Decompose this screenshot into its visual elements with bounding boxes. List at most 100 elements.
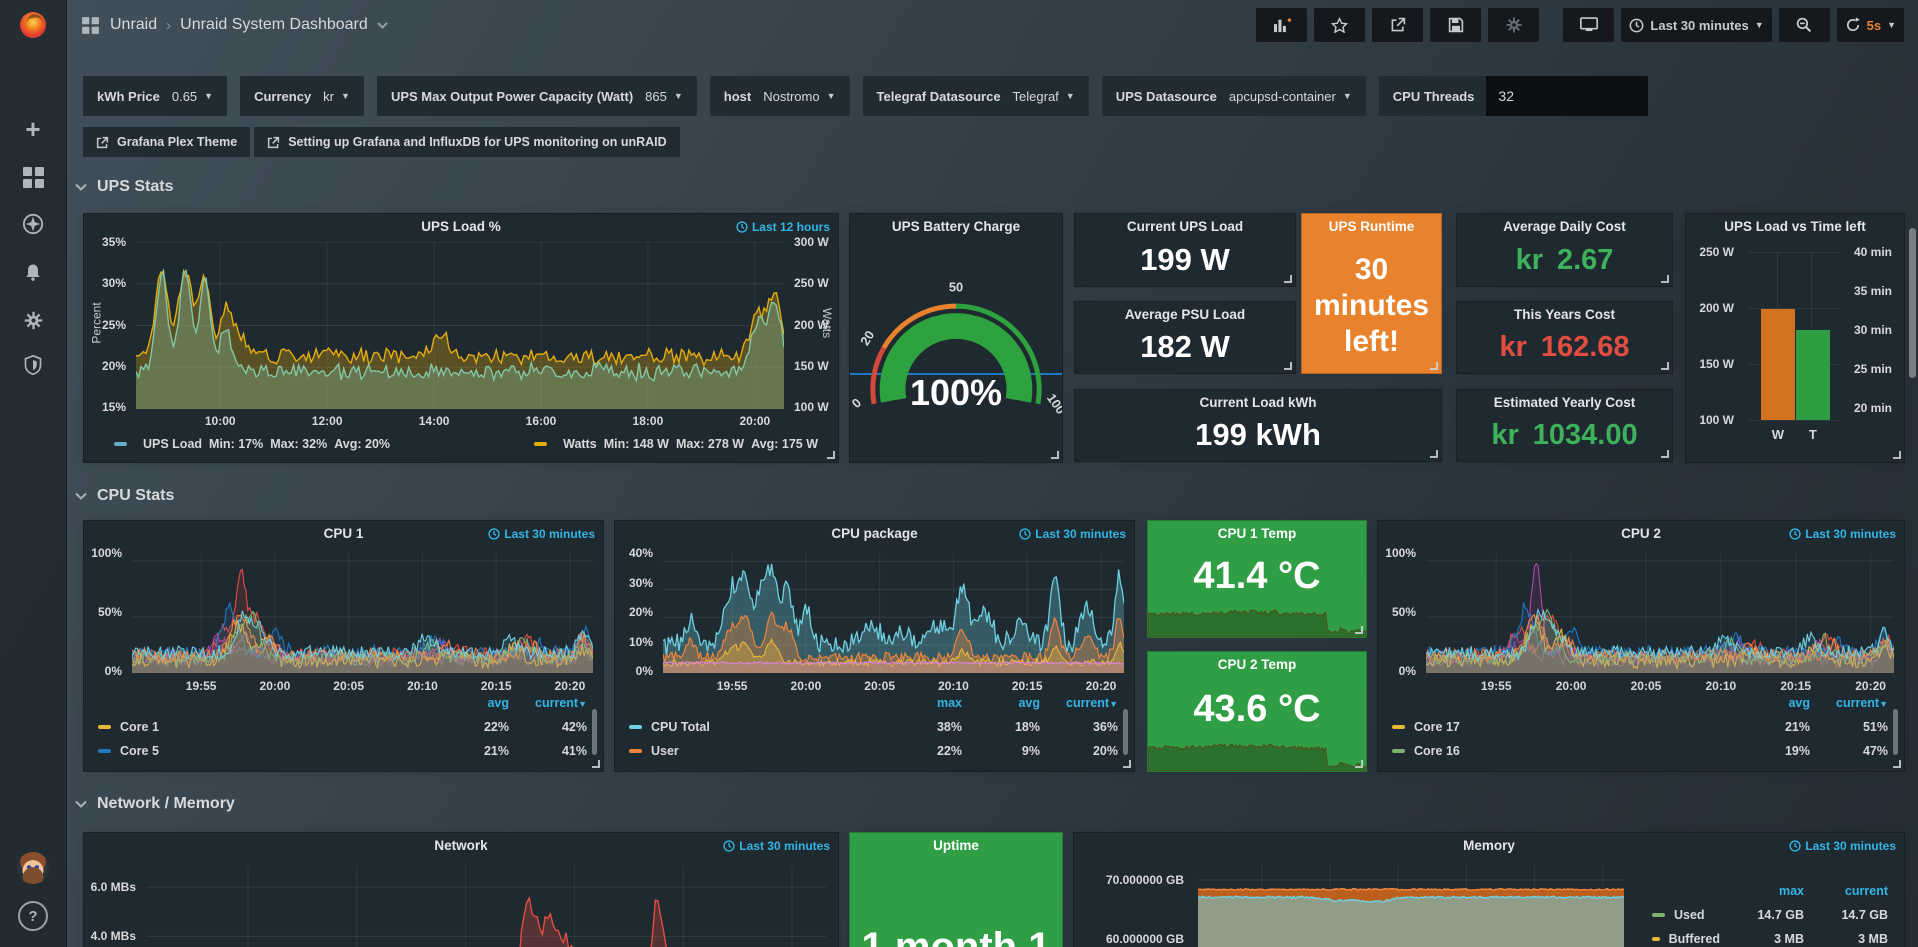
memory-chart[interactable]: [1198, 865, 1624, 947]
link-grafana-plex-theme[interactable]: Grafana Plex Theme: [83, 127, 250, 157]
legend-header: maxavgcurrent▼: [615, 691, 1118, 715]
panel-time-override: Last 30 minutes: [1789, 839, 1896, 853]
cpu-package-chart[interactable]: [663, 553, 1124, 673]
share-button[interactable]: [1372, 8, 1423, 42]
caret-down-icon: ▼: [1755, 20, 1764, 30]
panel-current-ups-load: Current UPS Load 199 W: [1074, 213, 1296, 287]
cpu1-chart[interactable]: [132, 553, 593, 673]
sidebar-help-button[interactable]: ?: [0, 894, 66, 938]
legend-sort-max[interactable]: max: [884, 696, 962, 710]
panel-title[interactable]: UPS Load %: [84, 219, 838, 234]
legend-item[interactable]: CPU Total 38%18%36%: [615, 715, 1118, 739]
row-header-network-memory[interactable]: Network / Memory: [75, 795, 235, 813]
panel-title[interactable]: This Years Cost: [1457, 307, 1672, 322]
add-panel-button[interactable]: [1256, 8, 1307, 42]
legend-sort-current[interactable]: current▼: [1040, 696, 1118, 710]
legend-item[interactable]: Core 1 22%42%: [84, 715, 587, 739]
panel-estimated-yearly-cost: Estimated Yearly Cost kr1034.00: [1456, 389, 1673, 462]
legend-item-watts[interactable]: Watts Min: 148 W Max: 278 W Avg: 175 W: [534, 432, 818, 456]
zoom-out-button[interactable]: [1779, 8, 1830, 42]
page-scrollbar[interactable]: [1909, 228, 1916, 378]
panel-title[interactable]: Average PSU Load: [1075, 307, 1295, 322]
breadcrumb-current[interactable]: Unraid System Dashboard: [180, 16, 368, 34]
variable-value-dropdown[interactable]: Nostromo▼: [763, 89, 849, 104]
legend-scrollbar[interactable]: [592, 709, 597, 755]
variable-value-dropdown[interactable]: apcupsd-container▼: [1229, 89, 1366, 104]
clock-icon: [1629, 18, 1644, 33]
panel-title[interactable]: UPS Load vs Time left: [1686, 219, 1904, 234]
legend-sort-avg[interactable]: avg: [962, 696, 1040, 710]
chevron-down-icon: [75, 800, 87, 808]
panel-title[interactable]: CPU 1 Temp: [1148, 526, 1366, 541]
breadcrumb-root[interactable]: Unraid: [110, 16, 157, 34]
legend-item-ups-load[interactable]: UPS Load Min: 17% Max: 32% Avg: 20%: [114, 432, 390, 456]
refresh-picker[interactable]: 5s ▼: [1837, 8, 1904, 42]
legend-item[interactable]: Core 17 21%51%: [1378, 715, 1888, 739]
clock-icon: [723, 840, 735, 852]
panel-title[interactable]: CPU 2 Temp: [1148, 657, 1366, 672]
legend-scrollbar[interactable]: [1893, 709, 1898, 755]
legend-item[interactable]: Core 16 19%47%: [1378, 739, 1888, 763]
ups-load-chart[interactable]: [136, 242, 784, 409]
legend-sort-max[interactable]: max: [1720, 884, 1804, 898]
time-range-picker[interactable]: Last 30 minutes ▼: [1621, 8, 1771, 42]
row-header-ups-stats[interactable]: UPS Stats: [75, 178, 173, 196]
link-ups-monitoring-guide[interactable]: Setting up Grafana and InfluxDB for UPS …: [254, 127, 679, 157]
cpu-threads-input[interactable]: 32: [1486, 76, 1648, 116]
bar-time-left[interactable]: [1796, 330, 1830, 420]
sidebar-server-admin-button[interactable]: [0, 343, 66, 387]
panel-title[interactable]: UPS Runtime: [1302, 219, 1441, 234]
stat-value: 199 W: [1075, 242, 1295, 278]
panel-cpu2: CPU 2 Last 30 minutes 100% 50% 0% 19:552…: [1377, 520, 1905, 772]
chevron-down-icon[interactable]: [377, 22, 388, 29]
variable-host: hostNostromo▼: [710, 76, 850, 116]
dashboard-grid-icon[interactable]: [82, 17, 99, 34]
sidebar-alerting-button[interactable]: [0, 250, 66, 294]
refresh-interval-label: 5s: [1867, 18, 1881, 33]
legend-sort-avg[interactable]: avg: [1732, 696, 1810, 710]
row-header-cpu-stats[interactable]: CPU Stats: [75, 487, 174, 505]
panel-title[interactable]: Current UPS Load: [1075, 219, 1295, 234]
legend-item[interactable]: Used 14.7 GB14.7 GB: [1638, 903, 1888, 927]
panel-title[interactable]: Uptime: [850, 838, 1062, 853]
panel-average-psu-load: Average PSU Load 182 W: [1074, 301, 1296, 374]
sidebar-dashboards-button[interactable]: [0, 155, 66, 199]
sidebar-profile-button[interactable]: [0, 846, 66, 890]
battery-gauge[interactable]: 02050100: [850, 214, 1062, 462]
grafana-logo-icon[interactable]: [17, 9, 49, 41]
legend-scrollbar[interactable]: [1123, 709, 1128, 755]
y-axis-ticks: 100% 50% 0%: [84, 553, 128, 671]
variable-currency: Currencykr▼: [240, 76, 364, 116]
panel-title[interactable]: Average Daily Cost: [1457, 219, 1672, 234]
panel-title[interactable]: Estimated Yearly Cost: [1457, 395, 1672, 410]
cycle-view-button[interactable]: [1563, 8, 1614, 42]
temp-sparkline: [1148, 595, 1366, 637]
variable-value-dropdown[interactable]: 865▼: [645, 89, 697, 104]
sidebar-explore-button[interactable]: [0, 202, 66, 246]
cpu2-chart[interactable]: [1426, 553, 1894, 673]
clock-icon: [488, 528, 500, 540]
dashboard-settings-button[interactable]: [1488, 8, 1539, 42]
legend-item[interactable]: Core 5 21%41%: [84, 739, 587, 763]
star-button[interactable]: [1314, 8, 1365, 42]
legend-sort-avg[interactable]: avg: [431, 696, 509, 710]
legend-sort-current[interactable]: current▼: [1810, 696, 1888, 710]
bar-chart[interactable]: W T: [1748, 252, 1840, 420]
legend-sort-current[interactable]: current▼: [509, 696, 587, 710]
panel-title[interactable]: Current Load kWh: [1075, 395, 1441, 410]
stat-value: kr162.68: [1457, 331, 1672, 364]
external-link-icon: [96, 136, 109, 149]
legend-item[interactable]: Buffered 3 MB3 MB: [1638, 927, 1888, 947]
bar-watts[interactable]: [1761, 309, 1795, 420]
network-chart[interactable]: [146, 865, 826, 947]
save-button[interactable]: [1430, 8, 1481, 42]
sidebar-create-button[interactable]: +: [0, 107, 66, 151]
legend-item[interactable]: User 22%9%20%: [615, 739, 1118, 763]
panel-title[interactable]: Memory: [1074, 838, 1904, 853]
legend-sort-current[interactable]: current: [1804, 884, 1888, 898]
variable-value-dropdown[interactable]: kr▼: [323, 89, 364, 104]
variable-value-dropdown[interactable]: 0.65▼: [172, 89, 227, 104]
chevron-down-icon: [75, 183, 87, 191]
sidebar-configuration-button[interactable]: [0, 298, 66, 342]
variable-value-dropdown[interactable]: Telegraf▼: [1013, 89, 1089, 104]
